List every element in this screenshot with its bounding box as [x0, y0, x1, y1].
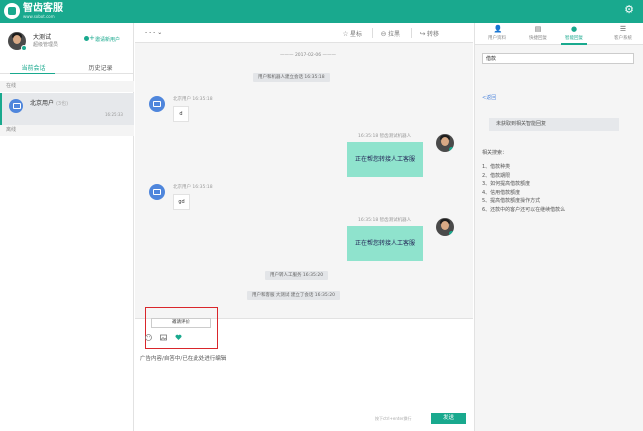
session-time: 16:25:33	[105, 112, 123, 117]
system-message: 用户和机器人建立会话 16:35:18	[253, 73, 330, 82]
related-question[interactable]: 2、借款期限	[482, 172, 565, 181]
message-meta: 北京用户 16:35:18	[173, 97, 213, 102]
avatar-face	[441, 137, 449, 146]
divider	[411, 28, 412, 38]
agent-role: 超级管理员	[33, 42, 59, 48]
session-tabs: 当前会话 历史记录	[0, 60, 134, 74]
user-message: gd	[173, 194, 190, 210]
divider	[372, 28, 373, 38]
agent-avatar	[436, 218, 454, 236]
right-tabs: 👤 用户资料 ▤ 快捷回复 ● 智能回复 ☰ 客户系统	[475, 23, 643, 45]
date-divider: ——— 2017-02-06 ———	[280, 53, 337, 58]
top-bar: 智齿客服 www.sobot.com ⚙	[0, 0, 643, 23]
tab-customer-system[interactable]: ☰ 客户系统	[604, 25, 642, 42]
user-message: d	[173, 106, 189, 122]
session-selector-label: - - -	[145, 29, 156, 36]
send-button[interactable]: 发送	[431, 413, 466, 424]
tab-quick-reply-label: 快捷回复	[529, 36, 547, 41]
session-user-name: 北京用户	[30, 100, 55, 107]
star-button[interactable]: ☆星标	[342, 29, 362, 38]
tab-user-info-label: 用户资料	[488, 36, 506, 41]
tab-quick-reply[interactable]: ▤ 快捷回复	[519, 25, 557, 42]
block-label: 拉黑	[388, 31, 401, 38]
tab-user-info[interactable]: 👤 用户资料	[478, 25, 516, 42]
related-question[interactable]: 1、借款种类	[482, 163, 565, 172]
agent-name: 大测试	[33, 34, 52, 41]
related-question[interactable]: 6、还款中的客户还可以在继续借款么	[482, 206, 565, 215]
block-button[interactable]: ⊖ 拉黑	[380, 29, 400, 38]
app-subtitle: www.sobot.com	[23, 14, 55, 19]
add-user-icon	[84, 34, 95, 42]
system-message: 用户和客服 大测试 建立了会话 16:35:20	[247, 291, 341, 300]
message-input[interactable]: 广告内容/自答中/已在此处进行编辑	[140, 354, 226, 362]
online-status-icon	[449, 147, 454, 152]
search-bar	[475, 45, 643, 72]
session-item[interactable]: 北京用户 (3也) 16:25:33	[0, 93, 134, 125]
app-title: 智齿客服	[23, 3, 63, 14]
no-answer-message: 未获取到相关智能回复	[489, 118, 619, 131]
agent-message: 正在帮您转接人工客服	[347, 142, 424, 177]
highlight-box: 邀请评价	[145, 307, 218, 349]
related-question-list: 1、借款种类 2、借款期限 3、如何提高借款额度 4、信用借款额度 5、提高借款…	[482, 163, 565, 214]
transfer-button[interactable]: ↪ 转移	[419, 29, 439, 38]
tab-current-sessions[interactable]: 当前会话	[0, 63, 67, 72]
section-online: 在线	[0, 81, 134, 92]
chevron-down-icon: ⌄	[157, 29, 163, 36]
tab-smart-reply-label: 智能回复	[565, 36, 583, 41]
chat-panel: - - - ⌄ ☆星标 ⊖ 拉黑 ↪ 转移 ——— 2017-02-06 ——— 用…	[135, 23, 473, 431]
star-icon: ☆	[342, 30, 349, 38]
agent-avatar	[436, 134, 454, 152]
send-hint: 按下ctrl+enter换行	[375, 416, 412, 421]
session-name: 北京用户 (3也)	[30, 98, 68, 107]
agent-message: 正在帮您转接人工客服	[347, 226, 424, 261]
tab-smart-reply[interactable]: ● 智能回复	[555, 25, 593, 42]
avatar-face	[13, 35, 21, 44]
online-status-icon	[21, 45, 27, 51]
related-search-heading: 相关搜索：	[482, 150, 508, 156]
robot-icon: ●	[570, 25, 578, 33]
block-icon: ⊖	[380, 30, 387, 38]
left-panel: 大测试 超级管理员 邀请新用户 当前会话 历史记录 在线 北京用户 (3也) 1…	[0, 23, 134, 431]
chat-header: - - - ⌄ ☆星标 ⊖ 拉黑 ↪ 转移	[135, 23, 473, 43]
online-status-icon	[449, 231, 454, 236]
tag-icon: ▤	[534, 25, 542, 33]
user-avatar	[149, 96, 165, 112]
tab-underline	[10, 73, 55, 74]
related-question[interactable]: 3、如何提高借款额度	[482, 180, 565, 189]
compose-area: 邀请评价 广告内容/自答中/已在此处进行编辑 按下ctrl+enter换行 发送	[135, 307, 473, 431]
message-meta: 北京用户 16:35:18	[173, 185, 213, 190]
related-question[interactable]: 4、信用借款额度	[482, 189, 565, 198]
invite-user-button[interactable]: 邀请新用户	[84, 34, 121, 43]
share-icon: ↪	[419, 30, 426, 38]
user-icon: 👤	[493, 25, 503, 33]
avatar-face	[441, 221, 449, 230]
heart-icon[interactable]	[175, 334, 182, 341]
image-icon[interactable]	[160, 334, 167, 341]
system-message: 用户转人工服务 16:35:20	[265, 271, 329, 280]
gear-icon[interactable]: ⚙	[623, 4, 635, 16]
date-label: 2017-02-06	[294, 53, 322, 58]
monitor-icon	[9, 99, 23, 113]
smart-reply-content: <返回 未获取到相关智能回复 相关搜索： 1、借款种类 2、借款期限 3、如何提…	[475, 72, 643, 431]
user-avatar	[149, 184, 165, 200]
session-selector[interactable]: - - - ⌄	[145, 29, 162, 36]
message-meta: 16:35:18 智齿测试机器人	[358, 134, 412, 139]
message-meta: 16:35:18 智齿测试机器人	[358, 218, 412, 223]
menu-icon: ☰	[619, 25, 627, 33]
search-input[interactable]	[482, 53, 634, 64]
back-link[interactable]: <返回	[482, 94, 496, 101]
tab-customer-system-label: 客户系统	[614, 36, 632, 41]
logo-icon	[4, 3, 20, 19]
related-question[interactable]: 5、提高借款额度操作方式	[482, 197, 565, 206]
right-panel: 👤 用户资料 ▤ 快捷回复 ● 智能回复 ☰ 客户系统 <返回 未获取到相关智能回复 相…	[474, 23, 643, 431]
invite-evaluation-button[interactable]: 邀请评价	[151, 318, 211, 328]
transfer-label: 转移	[427, 31, 440, 38]
invite-user-label: 邀请新用户	[95, 37, 121, 43]
section-offline: 离线	[0, 125, 134, 136]
emoji-icon[interactable]	[145, 334, 152, 341]
session-tag: (3也)	[55, 101, 69, 107]
tab-history[interactable]: 历史记录	[67, 63, 134, 72]
star-label: 星标	[350, 31, 363, 38]
